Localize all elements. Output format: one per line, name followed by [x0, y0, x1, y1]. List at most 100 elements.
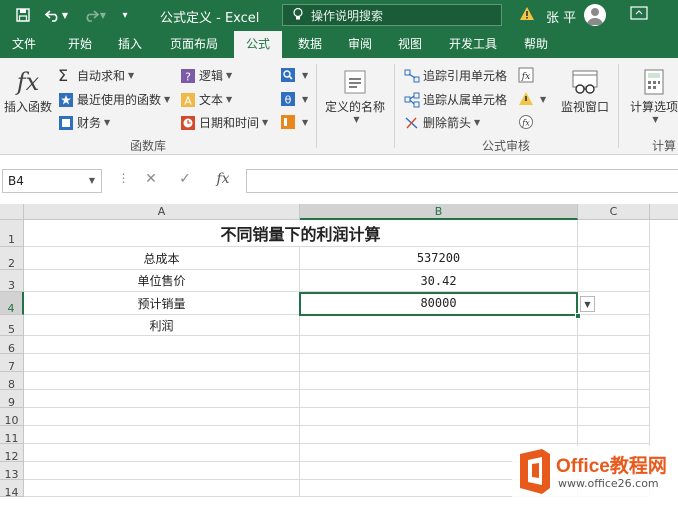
empty-cell[interactable]	[300, 372, 578, 390]
cell-c2[interactable]	[578, 247, 650, 270]
search-placeholder: 操作说明搜索	[311, 8, 384, 23]
empty-cell[interactable]	[578, 390, 650, 408]
tab-data[interactable]: 数据	[290, 31, 330, 58]
column-header-c[interactable]: C	[578, 204, 650, 220]
tab-review[interactable]: 审阅	[340, 31, 380, 58]
row-header-10[interactable]: 10	[0, 408, 24, 427]
autosum-button[interactable]: Σ 自动求和 ▼	[58, 67, 134, 84]
evaluate-formula-button[interactable]: fx	[518, 114, 537, 130]
empty-cell[interactable]	[300, 354, 578, 372]
tab-file[interactable]: 文件	[4, 31, 44, 58]
select-all-corner[interactable]	[0, 204, 24, 220]
row-header-14[interactable]: 14	[0, 480, 24, 499]
avatar[interactable]	[584, 4, 606, 26]
row-header-2[interactable]: 2	[0, 247, 24, 270]
row-header-12[interactable]: 12	[0, 444, 24, 463]
empty-cell[interactable]	[578, 408, 650, 426]
empty-cell[interactable]	[300, 426, 578, 444]
empty-cell[interactable]	[24, 390, 300, 408]
defined-names-button[interactable]: 定义的名称 ▼	[322, 66, 388, 124]
trace-precedents-button[interactable]: 追踪引用单元格	[404, 67, 507, 84]
empty-cell[interactable]	[24, 444, 300, 462]
empty-cell[interactable]	[24, 336, 300, 354]
value-cell-profit[interactable]	[300, 315, 578, 336]
row-header-3[interactable]: 3	[0, 270, 24, 292]
tab-home[interactable]: 开始	[58, 31, 102, 58]
datetime-button[interactable]: 日期和时间 ▼	[180, 114, 268, 131]
empty-cell[interactable]	[24, 426, 300, 444]
search-box[interactable]: 操作说明搜索	[282, 4, 502, 26]
more-functions-button[interactable]: ▼	[280, 114, 308, 130]
empty-cell[interactable]	[24, 408, 300, 426]
cell-c1[interactable]	[578, 220, 650, 247]
empty-cell[interactable]	[24, 480, 300, 497]
value-cell-expected-sales[interactable]: 80000	[300, 292, 578, 315]
calculation-options-button[interactable]: 计算选项 ▼	[624, 66, 678, 124]
warning-icon[interactable]	[519, 6, 535, 22]
customize-qat-icon[interactable]: ▾	[114, 5, 136, 25]
cell-c3[interactable]	[578, 270, 650, 292]
sheet-title-cell[interactable]: 不同销量下的利润计算	[24, 220, 578, 247]
value-cell-unit-price[interactable]: 30.42	[300, 270, 578, 292]
financial-button[interactable]: 财务 ▼	[58, 114, 110, 131]
watch-window-button[interactable]: 监视窗口	[556, 66, 614, 115]
tab-developer[interactable]: 开发工具	[442, 31, 504, 58]
cancel-icon[interactable]: ✕	[142, 171, 160, 191]
lookup-reference-button[interactable]: ▼	[280, 67, 308, 83]
row-header-11[interactable]: 11	[0, 426, 24, 445]
row-header-8[interactable]: 8	[0, 372, 24, 391]
fill-handle[interactable]	[575, 313, 581, 319]
name-box[interactable]: B4 ▼	[2, 169, 102, 193]
empty-cell[interactable]	[578, 426, 650, 444]
row-header-5[interactable]: 5	[0, 315, 24, 336]
remove-arrows-button[interactable]: 删除箭头 ▼	[404, 114, 480, 131]
empty-cell[interactable]	[24, 354, 300, 372]
enter-icon[interactable]: ✓	[176, 171, 194, 191]
empty-cell[interactable]	[300, 408, 578, 426]
insert-function-icon[interactable]: fx	[214, 171, 232, 191]
label-cell-unit-price[interactable]: 单位售价	[24, 270, 300, 292]
empty-cell[interactable]	[578, 354, 650, 372]
undo-dropdown-icon[interactable]: ▼	[60, 5, 70, 25]
row-header-6[interactable]: 6	[0, 336, 24, 355]
formula-input[interactable]	[246, 169, 678, 193]
row-header-13[interactable]: 13	[0, 462, 24, 481]
trace-dependents-button[interactable]: 追踪从属单元格	[404, 91, 507, 108]
tab-help[interactable]: 帮助	[514, 31, 558, 58]
empty-cell[interactable]	[24, 462, 300, 480]
tab-page-layout[interactable]: 页面布局	[162, 31, 226, 58]
tab-view[interactable]: 视图	[390, 31, 430, 58]
empty-cell[interactable]	[578, 336, 650, 354]
logical-button[interactable]: ? 逻辑 ▼	[180, 67, 232, 84]
text-functions-button[interactable]: A 文本 ▼	[180, 91, 232, 108]
user-name[interactable]: 张 平	[546, 7, 576, 26]
show-formulas-button[interactable]: fx	[518, 67, 537, 83]
empty-cell[interactable]	[300, 390, 578, 408]
recent-functions-button[interactable]: 最近使用的函数 ▼	[58, 91, 170, 108]
column-header-a[interactable]: A	[24, 204, 300, 220]
chevron-down-icon[interactable]: ▼	[89, 170, 95, 192]
tab-insert[interactable]: 插入	[110, 31, 150, 58]
value-cell-total-cost[interactable]: 537200	[300, 247, 578, 270]
row-header-1[interactable]: 1	[0, 220, 24, 247]
tab-formulas[interactable]: 公式	[234, 31, 282, 58]
error-checking-button[interactable]: ▼	[518, 91, 546, 107]
empty-cell[interactable]	[24, 372, 300, 390]
cell-c5[interactable]	[578, 315, 650, 336]
row-header-7[interactable]: 7	[0, 354, 24, 373]
label-cell-profit[interactable]: 利润	[24, 315, 300, 336]
label-cell-total-cost[interactable]: 总成本	[24, 247, 300, 270]
row-header-4[interactable]: 4	[0, 292, 24, 315]
ribbon-display-options-icon[interactable]	[630, 5, 652, 25]
math-trig-button[interactable]: θ ▼	[280, 91, 308, 107]
empty-cell[interactable]	[578, 372, 650, 390]
label-cell-expected-sales[interactable]: 预计销量	[24, 292, 300, 315]
save-icon[interactable]	[12, 5, 34, 25]
insert-function-button[interactable]: fx 插入函数	[2, 66, 54, 115]
column-header-b[interactable]: B	[300, 204, 578, 220]
column-header-d[interactable]	[650, 204, 678, 220]
redo-dropdown-icon[interactable]: ▼	[98, 5, 108, 25]
data-validation-dropdown-icon[interactable]: ▼	[580, 296, 595, 312]
row-header-9[interactable]: 9	[0, 390, 24, 409]
empty-cell[interactable]	[300, 336, 578, 354]
